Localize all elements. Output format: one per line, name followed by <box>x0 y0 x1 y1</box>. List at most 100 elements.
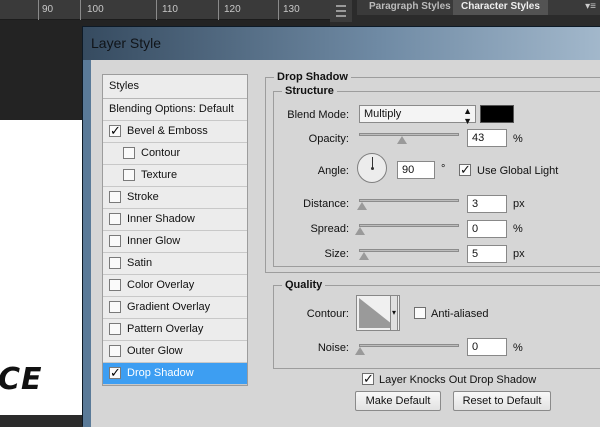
dialog-title: Layer Style <box>91 35 162 51</box>
blend-mode-select[interactable]: Multiply ▲ ▼ <box>359 105 476 126</box>
drop-shadow-checkbox[interactable] <box>109 365 121 381</box>
dialog-titlebar[interactable]: Layer Style <box>83 27 600 60</box>
color-overlay-checkbox[interactable] <box>109 279 121 291</box>
ruler-number: 100 <box>87 4 104 15</box>
texture-checkbox[interactable] <box>123 169 135 181</box>
noise-slider[interactable] <box>359 344 459 347</box>
size-slider[interactable] <box>359 249 459 252</box>
distance-label: Distance: <box>303 198 349 210</box>
satin-checkbox[interactable] <box>109 257 121 269</box>
size-slider-thumb[interactable] <box>359 252 369 260</box>
list-item-label: Texture <box>141 169 178 181</box>
inner-shadow-checkbox[interactable] <box>109 213 121 225</box>
make-default-button[interactable]: Make Default <box>355 391 441 411</box>
opacity-input[interactable]: 43 <box>467 129 507 147</box>
opacity-unit: % <box>513 133 523 145</box>
list-item-label: Inner Shadow <box>127 213 195 225</box>
blending-options-item[interactable]: Blending Options: Default <box>103 99 247 121</box>
styles-list: Styles Blending Options: Default Bevel &… <box>102 74 248 386</box>
list-item-bevel-emboss[interactable]: Bevel & Emboss <box>103 121 247 143</box>
knocks-out-checkbox[interactable] <box>362 371 374 387</box>
reset-to-default-button[interactable]: Reset to Default <box>453 391 551 411</box>
panel-tab-bar: Paragraph Styles Character Styles ▾≡ <box>357 0 600 15</box>
blend-mode-value: Multiply <box>364 108 402 120</box>
noise-label: Noise: <box>317 342 349 354</box>
size-unit: px <box>513 248 525 260</box>
structure-title: Structure <box>282 85 337 97</box>
layer-style-dialog: Layer Style Styles Blending Options: Def… <box>82 26 600 427</box>
inner-glow-checkbox[interactable] <box>109 235 121 247</box>
panel-collapse-icon[interactable] <box>330 0 352 22</box>
angle-unit: ° <box>441 163 446 175</box>
list-item-stroke[interactable]: Stroke <box>103 187 247 209</box>
list-item-label: Pattern Overlay <box>127 323 204 335</box>
list-item-outer-glow[interactable]: Outer Glow <box>103 341 247 363</box>
size-label: Size: <box>324 248 349 260</box>
anti-aliased-label[interactable]: Anti-aliased <box>431 308 488 320</box>
list-item-label: Satin <box>127 257 153 269</box>
use-global-light-checkbox[interactable] <box>459 162 471 178</box>
bevel-emboss-checkbox[interactable] <box>109 123 121 139</box>
contour-label: Contour: <box>306 308 349 320</box>
size-input[interactable]: 5 <box>467 245 507 263</box>
tab-character-styles[interactable]: Character Styles <box>453 0 548 15</box>
opacity-label: Opacity: <box>308 133 349 145</box>
anti-aliased-checkbox[interactable] <box>414 307 426 319</box>
contour-dropdown-icon[interactable]: ▾ <box>390 295 398 331</box>
stroke-checkbox[interactable] <box>109 191 121 203</box>
ruler-number: 110 <box>162 4 178 15</box>
ruler-number: 120 <box>224 4 241 15</box>
distance-slider[interactable] <box>359 199 459 202</box>
list-item-inner-shadow[interactable]: Inner Shadow <box>103 209 247 231</box>
list-item-drop-shadow[interactable]: Drop Shadow <box>103 363 247 385</box>
list-item-label: Stroke <box>127 191 159 203</box>
list-item-label: Outer Glow <box>127 345 183 357</box>
list-item-pattern-overlay[interactable]: Pattern Overlay <box>103 319 247 341</box>
canvas-text-fragment: CE <box>0 362 43 397</box>
distance-slider-thumb[interactable] <box>357 202 367 210</box>
list-item-gradient-overlay[interactable]: Gradient Overlay <box>103 297 247 319</box>
list-item-label: Bevel & Emboss <box>127 125 208 137</box>
horizontal-ruler: 90 100 110 120 130 <box>0 0 330 20</box>
styles-header[interactable]: Styles <box>103 75 247 99</box>
contour-checkbox[interactable] <box>123 147 135 159</box>
drop-shadow-title: Drop Shadow <box>274 71 351 83</box>
outer-glow-checkbox[interactable] <box>109 345 121 357</box>
tab-paragraph-styles[interactable]: Paragraph Styles <box>361 0 459 15</box>
ruler-number: 90 <box>42 4 54 15</box>
opacity-slider[interactable] <box>359 133 459 136</box>
list-item-label: Color Overlay <box>127 279 195 291</box>
ruler-number: 130 <box>283 4 300 15</box>
list-item-color-overlay[interactable]: Color Overlay <box>103 275 247 297</box>
list-item-inner-glow[interactable]: Inner Glow <box>103 231 247 253</box>
spread-input[interactable]: 0 <box>467 220 507 238</box>
list-item-contour[interactable]: Contour <box>103 143 247 165</box>
list-item-texture[interactable]: Texture <box>103 165 247 187</box>
use-global-light-label[interactable]: Use Global Light <box>477 165 558 177</box>
spread-slider-thumb[interactable] <box>355 227 365 235</box>
knocks-out-label[interactable]: Layer Knocks Out Drop Shadow <box>379 374 536 386</box>
panel-menu-icon[interactable]: ▾≡ <box>585 1 596 12</box>
noise-input[interactable]: 0 <box>467 338 507 356</box>
opacity-slider-thumb[interactable] <box>397 136 407 144</box>
quality-group: Quality <box>273 279 600 369</box>
shadow-color-swatch[interactable] <box>480 105 514 123</box>
spread-slider[interactable] <box>359 224 459 227</box>
angle-input[interactable]: 90 <box>397 161 435 179</box>
gradient-overlay-checkbox[interactable] <box>109 301 121 313</box>
spread-unit: % <box>513 223 523 235</box>
up-down-arrow-icon: ▲ ▼ <box>463 106 472 126</box>
pattern-overlay-checkbox[interactable] <box>109 323 121 335</box>
quality-title: Quality <box>282 279 326 291</box>
angle-dial[interactable] <box>357 153 387 183</box>
spread-label: Spread: <box>310 223 349 235</box>
list-item-label: Drop Shadow <box>127 367 194 379</box>
list-item-satin[interactable]: Satin <box>103 253 247 275</box>
noise-slider-thumb[interactable] <box>355 347 365 355</box>
angle-label: Angle: <box>317 165 349 177</box>
distance-unit: px <box>513 198 525 210</box>
list-item-label: Contour <box>141 147 181 159</box>
distance-input[interactable]: 3 <box>467 195 507 213</box>
blend-mode-label: Blend Mode: <box>287 109 349 121</box>
noise-unit: % <box>513 342 523 354</box>
